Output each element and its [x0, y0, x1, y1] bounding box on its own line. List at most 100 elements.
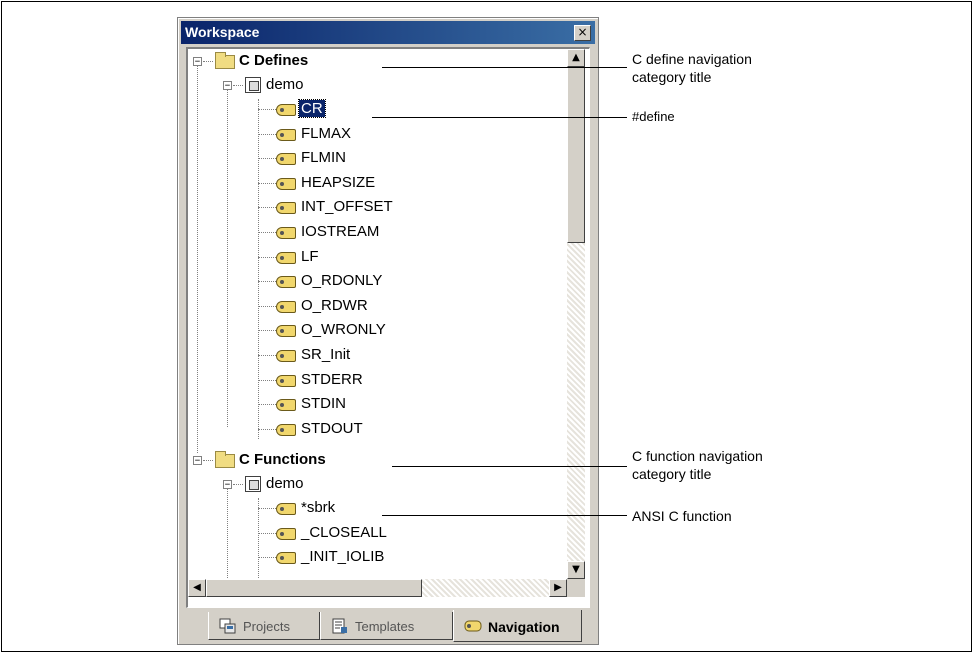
scroll-up-button[interactable]: ▲: [567, 49, 585, 67]
define-item[interactable]: O_RDONLY: [188, 271, 558, 291]
callout-text: ANSI C function: [632, 508, 732, 524]
folder-icon: [215, 451, 235, 468]
callout-line: [382, 515, 627, 516]
tag-icon: [276, 552, 296, 565]
tab-projects[interactable]: Projects: [208, 612, 320, 640]
callout-text: category title: [632, 69, 712, 85]
define-label: IOSTREAM: [301, 223, 380, 240]
tag-icon: [276, 128, 296, 141]
callout-text: C define navigation: [632, 51, 752, 67]
callout-text: #define: [632, 109, 675, 124]
define-label: O_RDWR: [301, 296, 368, 314]
callout-text: C function navigation: [632, 448, 763, 464]
templates-icon: [332, 618, 347, 634]
function-label: *sbrk: [301, 499, 336, 516]
category-title-c-defines: C Defines: [239, 52, 309, 69]
close-button[interactable]: ×: [574, 25, 591, 41]
tab-label: Projects: [243, 619, 290, 634]
scroll-left-button[interactable]: ◀: [188, 579, 206, 597]
define-label: STDERR: [301, 370, 363, 388]
callout-line: [372, 117, 627, 118]
define-item[interactable]: SR_Init: [188, 345, 558, 365]
tag-icon: [276, 374, 296, 387]
tag-icon: [276, 399, 296, 412]
horizontal-scrollbar[interactable]: ◀ ▶: [188, 579, 567, 597]
tag-icon: [276, 177, 296, 190]
category-title-c-functions: C Functions: [239, 451, 326, 468]
callout-function: ANSI C function: [632, 507, 732, 525]
define-item[interactable]: LF: [188, 247, 558, 267]
define-item[interactable]: O_RDWR: [188, 296, 558, 316]
scroll-down-button[interactable]: ▼: [567, 561, 585, 579]
project-icon: [245, 77, 261, 93]
tag-icon: [276, 350, 296, 362]
define-label: CR: [298, 99, 326, 118]
tag-icon: [276, 104, 296, 116]
project-label: demo: [266, 76, 304, 93]
define-label: O_WRONLY: [301, 321, 386, 339]
define-label: O_RDONLY: [301, 272, 383, 290]
title-bar[interactable]: Workspace ×: [181, 21, 595, 44]
define-label: LF: [301, 247, 319, 265]
define-label: FLMIN: [301, 149, 346, 167]
collapse-icon[interactable]: −: [223, 480, 232, 490]
tag-icon: [276, 153, 296, 166]
tag-icon: [276, 300, 296, 313]
function-label: _INIT_IOLIB: [301, 548, 385, 566]
define-label: FLMAX: [301, 124, 352, 142]
define-item[interactable]: STDERR: [188, 370, 558, 390]
scrollbar-corner: [567, 579, 585, 597]
tag-icon: [276, 276, 296, 289]
tab-label: Templates: [355, 619, 415, 634]
tree-node-c-defines[interactable]: − C Defines: [188, 51, 558, 71]
define-label: SR_Init: [301, 346, 351, 363]
tree-node-c-functions[interactable]: − C Functions: [188, 450, 558, 470]
collapse-icon[interactable]: −: [223, 81, 232, 91]
define-label: STDIN: [301, 395, 346, 413]
callout-function-category: C function navigation category title: [632, 447, 763, 483]
tag-icon: [276, 503, 296, 515]
tab-label: Navigation: [488, 619, 560, 635]
vertical-scroll-thumb[interactable]: [567, 67, 585, 243]
folder-icon: [215, 52, 235, 69]
callout-line: [392, 466, 627, 467]
define-item[interactable]: O_WRONLY: [188, 320, 558, 340]
project-icon: [245, 476, 261, 492]
define-label: STDOUT: [301, 419, 363, 437]
tree-node-functions-demo[interactable]: − demo: [188, 474, 558, 586]
tag-icon: [276, 325, 296, 338]
function-item[interactable]: _INIT_IOLIB: [188, 547, 558, 567]
projects-icon: [219, 618, 236, 634]
tree-node-defines-demo[interactable]: − demo: [188, 75, 558, 427]
workspace-tabs: Projects Templates Navigation: [186, 610, 590, 642]
callout-line: [382, 67, 627, 68]
define-item[interactable]: FLMIN: [188, 148, 558, 168]
define-item[interactable]: CR: [188, 99, 558, 119]
collapse-icon[interactable]: −: [193, 57, 202, 67]
scroll-right-button[interactable]: ▶: [549, 579, 567, 597]
define-item[interactable]: FLMAX: [188, 124, 558, 144]
tab-navigation[interactable]: Navigation: [453, 610, 582, 642]
vertical-scrollbar[interactable]: ▲ ▼: [567, 49, 585, 579]
tag-icon: [276, 527, 296, 540]
define-item[interactable]: INT_OFFSET: [188, 197, 558, 217]
tag-icon: [276, 202, 296, 215]
function-label: _CLOSEALL: [301, 523, 387, 541]
define-item[interactable]: HEAPSIZE: [188, 173, 558, 193]
define-item[interactable]: STDIN: [188, 394, 558, 414]
define-label: HEAPSIZE: [301, 173, 376, 191]
tab-templates[interactable]: Templates: [320, 612, 453, 640]
workspace-window: Workspace × − C Defines − demo CR FLMAX FL…: [177, 17, 599, 645]
define-label: INT_OFFSET: [301, 198, 393, 216]
navigation-tree: − C Defines − demo CR FLMAX FLMIN HEAPSIZE I…: [186, 47, 590, 608]
function-item[interactable]: _CLOSEALL: [188, 523, 558, 543]
callout-define: #define: [632, 108, 675, 126]
define-item[interactable]: STDOUT: [188, 419, 558, 439]
callout-define-category: C define navigation category title: [632, 50, 752, 86]
window-title: Workspace: [185, 24, 260, 40]
collapse-icon[interactable]: −: [193, 456, 202, 466]
project-label: demo: [266, 475, 304, 492]
define-item[interactable]: IOSTREAM: [188, 222, 558, 242]
horizontal-scroll-thumb[interactable]: [206, 579, 422, 597]
tag-icon: [276, 227, 296, 239]
